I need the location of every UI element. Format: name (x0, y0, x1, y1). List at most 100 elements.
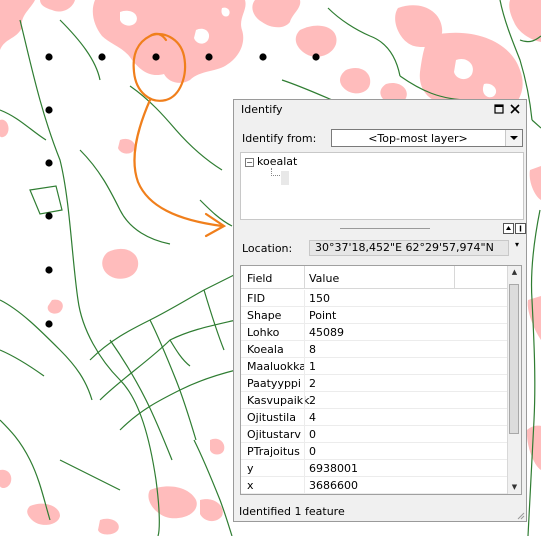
table-row[interactable]: Lohko 45089 (241, 324, 511, 341)
forest-patch (210, 438, 225, 455)
road (109, 339, 173, 461)
table-row[interactable]: PTrajoitus 0 (241, 443, 511, 460)
annotation-curve (133, 98, 224, 228)
value-cell: 6938001 (309, 462, 358, 475)
field-cell: Shape (247, 309, 282, 322)
table-row[interactable]: Maaluokka 1 (241, 358, 511, 375)
forest-patch (47, 299, 63, 314)
value-cell: 8 (309, 343, 316, 356)
field-cell: Maaluokka (247, 360, 307, 373)
road (281, 79, 333, 101)
sample-point (205, 53, 213, 61)
sample-point (312, 53, 320, 61)
status-text: Identified 1 feature (239, 505, 345, 518)
field-cell: x (247, 479, 254, 492)
panel-splitter[interactable] (240, 222, 526, 234)
scroll-thumb[interactable] (509, 284, 519, 434)
scroll-up-icon[interactable]: ▲ (508, 266, 521, 279)
table-row[interactable]: FID 150 (241, 290, 511, 307)
forest-patch (98, 518, 119, 535)
field-column-header[interactable]: Field (247, 272, 272, 285)
value-cell: 0 (309, 428, 316, 441)
table-row[interactable]: Ojitustarv 0 (241, 426, 511, 443)
forest-patch (148, 486, 197, 519)
forest-patch (118, 138, 136, 154)
road (29, 185, 63, 215)
table-row[interactable]: y 6938001 (241, 460, 511, 477)
road (531, 119, 541, 129)
value-cell: 0 (309, 445, 316, 458)
road (59, 19, 101, 81)
value-cell: 2 (309, 394, 316, 407)
tree-feature-node[interactable] (281, 171, 289, 185)
identify-from-dropdown[interactable]: <Top-most layer> (331, 129, 523, 147)
column-separator (304, 392, 305, 409)
table-row[interactable]: x 3686600 (241, 477, 511, 494)
value-cell: 4 (309, 411, 316, 424)
close-icon[interactable] (508, 102, 522, 116)
column-separator (304, 426, 305, 443)
road (89, 271, 241, 361)
road (79, 149, 171, 245)
road (59, 459, 121, 491)
value-cell: 150 (309, 292, 330, 305)
value-cell: 2 (309, 377, 316, 390)
forest-patch (295, 25, 337, 57)
road (19, 19, 160, 536)
road (327, 7, 401, 77)
sample-point (45, 320, 53, 328)
tree-connector (271, 168, 280, 176)
window-title: Identify (241, 103, 283, 116)
scroll-down-icon[interactable]: ▼ (508, 481, 521, 494)
grid-header: Field Value (241, 266, 511, 289)
lake (194, 28, 210, 44)
value-cell: 45089 (309, 326, 344, 339)
sample-point (45, 159, 53, 167)
field-cell: FID (247, 292, 266, 305)
forest-patch (527, 296, 541, 340)
identify-from-label: Identify from: (242, 132, 317, 145)
table-row[interactable]: Shape Point (241, 307, 511, 324)
table-row[interactable]: Kasvupaikk 2 (241, 392, 511, 409)
forest-patch (509, 0, 541, 42)
sample-point (45, 266, 53, 274)
value-cell: 3686600 (309, 479, 358, 492)
value-cell: Point (309, 309, 337, 322)
value-column-header[interactable]: Value (309, 272, 339, 285)
forest-patch (200, 499, 223, 522)
column-separator (304, 324, 305, 341)
field-cell: Ojitustila (247, 411, 296, 424)
field-cell: Paatyyppi (247, 377, 301, 390)
column-separator (304, 477, 305, 494)
sample-point (259, 53, 267, 61)
grid-scrollbar[interactable]: ▲ ▼ (507, 266, 521, 494)
sample-point (98, 53, 106, 61)
collapse-icon[interactable]: − (245, 158, 254, 167)
column-separator (304, 358, 305, 375)
table-row[interactable]: Paatyyppi 2 (241, 375, 511, 392)
expand-icon[interactable] (503, 223, 514, 234)
column-separator (304, 307, 305, 324)
road (193, 439, 233, 536)
location-label: Location: (242, 242, 293, 255)
title-bar[interactable]: Identify (234, 100, 526, 119)
field-cell: y (247, 462, 254, 475)
table-row[interactable]: Ojitustila 4 (241, 409, 511, 426)
resize-grip-icon[interactable] (516, 511, 525, 520)
forest-patch (252, 0, 301, 28)
tree-layer-node[interactable]: koealat (257, 155, 297, 168)
restore-icon[interactable] (492, 102, 506, 116)
column-separator (304, 409, 305, 426)
identify-window: Identify Identify from: <Top-most layer>… (233, 99, 527, 522)
chevron-down-icon[interactable] (505, 130, 522, 146)
field-cell: PTrajoitus (247, 445, 300, 458)
column-separator (304, 443, 305, 460)
forest-patch (529, 166, 541, 200)
table-row[interactable]: Koeala 8 (241, 341, 511, 358)
field-cell: Lohko (247, 326, 280, 339)
splitter-grip (340, 228, 430, 229)
field-cell: Koeala (247, 343, 284, 356)
location-menu-icon[interactable]: ▾ (515, 240, 519, 249)
info-icon[interactable] (515, 223, 526, 234)
sample-point (45, 53, 53, 61)
